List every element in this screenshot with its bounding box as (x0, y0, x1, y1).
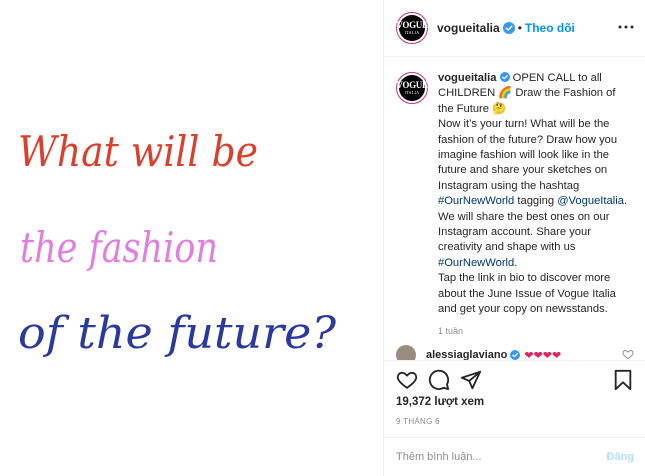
image-text-line2: the fashion (20, 223, 218, 272)
caption-avatar[interactable]: VOGUE ITALIA (396, 72, 428, 104)
image-text-line1: What will be (18, 127, 258, 176)
caption-username[interactable]: vogueitalia (438, 72, 496, 84)
caption-body-2: tagging (517, 195, 555, 208)
view-count[interactable]: 19,372 lượt xem (396, 396, 484, 408)
avatar-logo-subtext: ITALIA (404, 30, 420, 35)
comment-like-icon[interactable] (622, 348, 634, 360)
caption-body-1: Now it’s your turn! What will be the fas… (438, 118, 618, 192)
comment-icon[interactable] (428, 369, 450, 391)
account-avatar[interactable]: VOGUE ITALIA (396, 12, 428, 44)
post-comment-button[interactable]: Đăng (607, 451, 635, 463)
mention-link[interactable]: @VogueItalia (557, 195, 624, 207)
follow-button[interactable]: Theo dõi (525, 21, 575, 35)
commenter-username[interactable]: alessiaglaviano (426, 349, 507, 360)
avatar-logo-text: VOGUE (396, 20, 428, 30)
bookmark-icon[interactable] (612, 369, 634, 391)
commenter-avatar[interactable] (396, 345, 416, 360)
caption-verified-icon (499, 72, 510, 82)
hashtag-link-1[interactable]: #OurNewWorld (438, 195, 514, 207)
commenter-verified-icon (510, 350, 521, 360)
caption-body-5: Tap the link in bio to discover more abo… (438, 272, 616, 316)
header-separator: • (517, 21, 522, 35)
post-date[interactable]: 9 THÁNG 6 (396, 417, 440, 426)
post-header: VOGUE ITALIA vogueitalia • Theo dõi (384, 0, 645, 57)
hashtag-link-2[interactable]: #OurNewWorld (438, 257, 514, 269)
caption-comment: VOGUE ITALIA vogueitalia OPEN CALL to al… (396, 71, 634, 318)
more-icon[interactable] (618, 22, 634, 32)
caption-avatar-logo-text: VOGUE (396, 80, 428, 90)
post-image[interactable]: What will be the fashion of the future? (0, 0, 383, 476)
comments-section[interactable]: VOGUE ITALIA vogueitalia OPEN CALL to al… (384, 57, 645, 360)
heart-icon[interactable] (396, 369, 418, 391)
verified-icon (502, 22, 515, 34)
account-username[interactable]: vogueitalia (437, 21, 500, 35)
post-side-panel: VOGUE ITALIA vogueitalia • Theo dõi VOGU… (383, 0, 645, 476)
add-comment-bar: Đăng (384, 437, 645, 476)
drawing-canvas: What will be the fashion of the future? (18, 127, 336, 359)
caption-time[interactable]: 1 tuần (438, 326, 634, 336)
action-bar: 19,372 lượt xem 9 THÁNG 6 (384, 360, 645, 448)
action-icons (396, 369, 492, 391)
image-text-line3: of the future? (18, 308, 336, 359)
comment-text: ❤❤❤❤ (524, 349, 562, 361)
caption-text: vogueitalia OPEN CALL to all CHILDREN 🌈 … (438, 71, 634, 318)
caption-avatar-logo-subtext: ITALIA (404, 90, 420, 95)
comment-row: alessiaglaviano ❤❤❤❤ (396, 345, 561, 360)
caption-body-4: . (514, 256, 518, 269)
share-icon[interactable] (460, 369, 482, 391)
comment-input[interactable] (396, 451, 607, 463)
